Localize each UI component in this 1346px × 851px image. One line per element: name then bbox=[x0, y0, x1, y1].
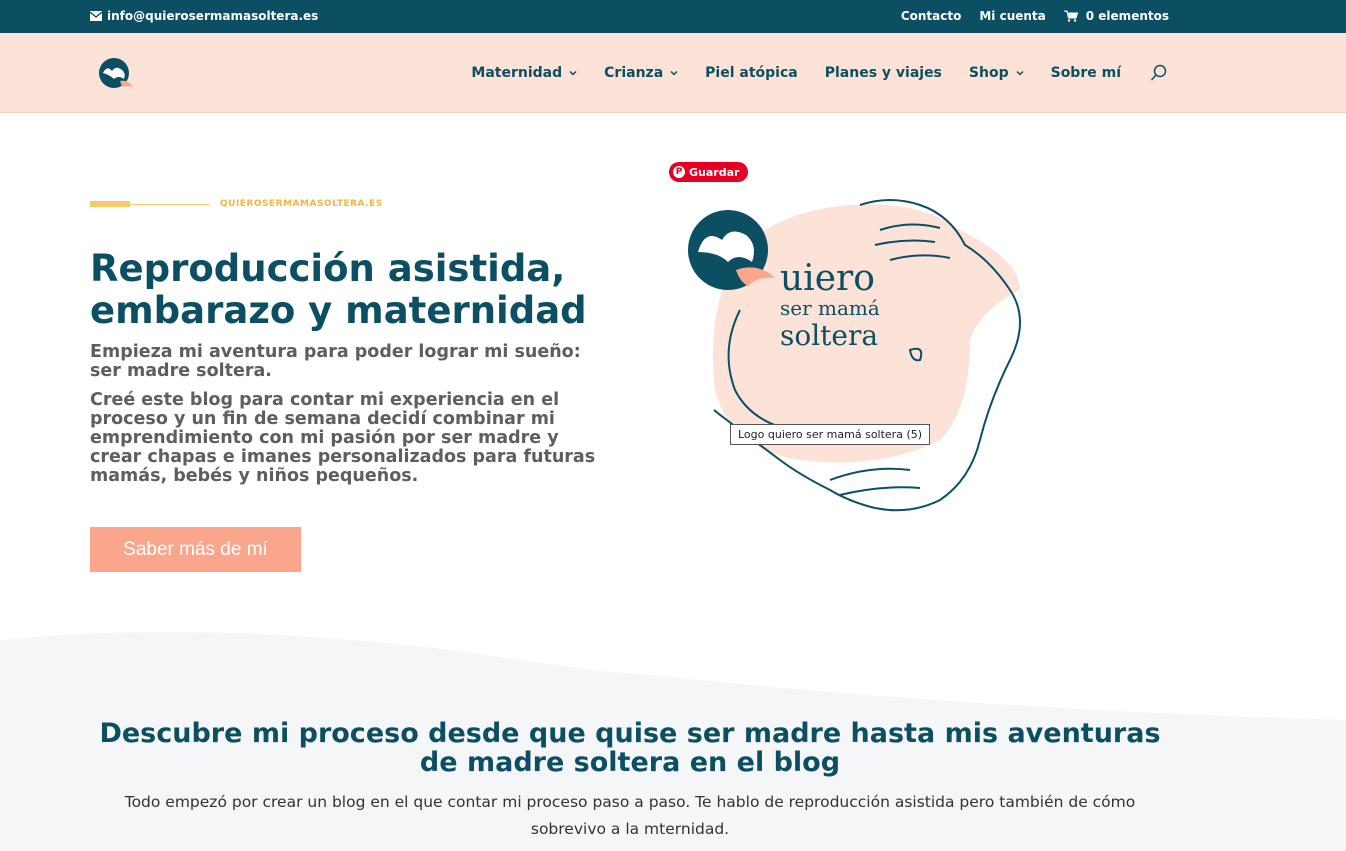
logo-text-line3: soltera bbox=[780, 319, 878, 352]
nav-label: Crianza bbox=[604, 65, 664, 81]
nav-label: Maternidad bbox=[471, 65, 563, 81]
search-icon[interactable] bbox=[1150, 64, 1168, 82]
cart-link[interactable]: 0 elementos bbox=[1063, 9, 1169, 23]
nav-item-piel-atopica[interactable]: Piel atópica bbox=[705, 65, 798, 81]
hero-description: Creé este blog para contar mi experienci… bbox=[90, 390, 596, 486]
main-nav: Maternidad Crianza Piel atópica Planes y… bbox=[471, 64, 1168, 82]
pinterest-icon: P bbox=[673, 166, 685, 178]
hero-subtitle: Empieza mi aventura para poder lograr mi… bbox=[90, 342, 581, 381]
email-text: info@quierosermamasoltera.es bbox=[107, 9, 319, 23]
site-logo[interactable] bbox=[98, 57, 134, 91]
main-header: Maternidad Crianza Piel atópica Planes y… bbox=[0, 33, 1346, 113]
contact-link[interactable]: Contacto bbox=[901, 9, 962, 23]
image-tooltip: Logo quiero ser mamá soltera (5) bbox=[730, 424, 931, 445]
tagline-text: QUIEROSERMAMASOLTERA.ES bbox=[220, 199, 383, 209]
hero-title: Reproducción asistida, embarazo y matern… bbox=[90, 247, 587, 332]
nav-item-maternidad[interactable]: Maternidad bbox=[471, 65, 577, 81]
nav-label: Shop bbox=[968, 65, 1009, 81]
hero-tagline: QUIEROSERMAMASOLTERA.ES bbox=[90, 199, 383, 209]
nav-label: Piel atópica bbox=[705, 65, 798, 81]
chevron-down-icon bbox=[569, 70, 577, 76]
nav-label: Planes y viajes bbox=[824, 65, 942, 81]
hero-logo-illustration[interactable]: uiero ser mamá soltera bbox=[680, 190, 1060, 530]
logo-text-line2: ser mamá bbox=[780, 296, 880, 320]
envelope-icon bbox=[90, 11, 102, 21]
nav-item-planes-viajes[interactable]: Planes y viajes bbox=[825, 65, 942, 81]
nav-item-sobre-mi[interactable]: Sobre mí bbox=[1051, 65, 1121, 81]
tagline-bar bbox=[90, 201, 130, 207]
email-link[interactable]: info@quierosermamasoltera.es bbox=[90, 9, 318, 23]
logo-text-line1: uiero bbox=[780, 258, 875, 299]
pin-label: Guardar bbox=[689, 165, 740, 179]
top-bar: info@quierosermamasoltera.es Contacto Mi… bbox=[0, 0, 1346, 33]
tagline-line bbox=[130, 203, 210, 205]
cart-icon bbox=[1063, 10, 1078, 22]
section-paragraph: Todo empezó por crear un blog en el que … bbox=[124, 793, 1136, 838]
chevron-down-icon bbox=[670, 70, 678, 76]
section-title: Descubre mi proceso desde que quise ser … bbox=[99, 718, 1161, 778]
nav-item-shop[interactable]: Shop bbox=[969, 65, 1024, 81]
about-me-button[interactable]: Saber más de mí bbox=[90, 527, 301, 572]
chevron-down-icon bbox=[1016, 70, 1024, 76]
nav-label: Sobre mí bbox=[1050, 65, 1121, 81]
nav-item-crianza[interactable]: Crianza bbox=[604, 65, 678, 81]
account-link[interactable]: Mi cuenta bbox=[979, 9, 1045, 23]
cart-count: 0 elementos bbox=[1085, 9, 1169, 23]
pinterest-save-button[interactable]: P Guardar bbox=[669, 162, 749, 182]
